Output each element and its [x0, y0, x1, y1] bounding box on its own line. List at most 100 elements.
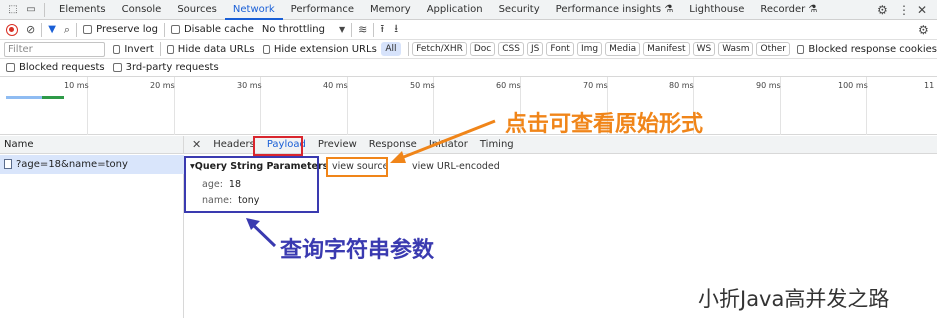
tab-label: Recorder — [760, 3, 806, 15]
disable-cache-checkbox[interactable] — [170, 25, 180, 34]
clear-icon[interactable]: ⊘ — [26, 23, 35, 36]
flask-icon: ⚗ — [664, 3, 674, 15]
timeline-request-bar — [42, 96, 64, 99]
view-source-highlight-box — [326, 157, 388, 177]
timeline-tick-label: 100 ms — [838, 81, 868, 90]
type-filter-wasm[interactable]: Wasm — [718, 42, 754, 56]
timeline-tick-label: 30 ms — [237, 81, 262, 90]
type-filter-fetch-xhr[interactable]: Fetch/XHR — [412, 42, 467, 56]
preserve-log-label: Preserve log — [96, 24, 158, 35]
watermark: 小折Java高并发之路 — [698, 287, 890, 311]
settings-gear-icon[interactable]: ⚙ — [877, 3, 888, 17]
tab-initiator[interactable]: Initiator — [423, 136, 474, 154]
payload-highlight-box — [253, 136, 303, 156]
record-stop-icon[interactable] — [6, 23, 18, 36]
request-name: ?age=18&name=tony — [16, 159, 128, 170]
timeline-request-bar — [6, 96, 42, 99]
type-filter-ws[interactable]: WS — [692, 42, 716, 56]
flask-icon: ⚗ — [808, 3, 818, 15]
tab-network[interactable]: Network — [224, 0, 283, 20]
divider — [351, 22, 353, 37]
hide-data-urls-checkbox[interactable] — [166, 44, 174, 54]
devtools-tab-bar: ⬚ ▭ Elements Console Sources Network Per… — [0, 0, 937, 20]
timeline-tick-label: 90 ms — [756, 81, 781, 90]
timeline-tick-label: 11 — [924, 81, 935, 90]
view-url-encoded-button[interactable]: view URL-encoded — [412, 161, 500, 172]
tab-application[interactable]: Application — [419, 0, 491, 20]
query-params-highlight-box — [184, 156, 319, 213]
divider — [407, 42, 409, 56]
type-filter-font[interactable]: Font — [546, 42, 574, 56]
close-detail-icon[interactable]: ✕ — [184, 138, 207, 151]
tab-sources[interactable]: Sources — [169, 0, 225, 20]
import-har-icon[interactable]: ⭱ — [380, 20, 384, 39]
tab-security[interactable]: Security — [491, 0, 548, 20]
record-dot — [9, 26, 14, 32]
throttling-select[interactable]: No throttling — [262, 24, 325, 35]
filter-bar: Filter Invert Hide data URLs Hide extens… — [0, 40, 937, 59]
type-filter-media[interactable]: Media — [605, 42, 641, 56]
requests-name-header[interactable]: Name — [0, 136, 184, 154]
more-options-icon[interactable]: ⋮ — [898, 3, 910, 17]
filter-input[interactable]: Filter — [4, 41, 106, 57]
tab-response[interactable]: Response — [363, 136, 423, 154]
blocked-requests-checkbox[interactable] — [6, 63, 15, 72]
device-toolbar-icon[interactable]: ▭ — [24, 4, 38, 15]
tab-preview[interactable]: Preview — [312, 136, 363, 154]
timeline-tick-label: 60 ms — [496, 81, 521, 90]
type-filter-css[interactable]: CSS — [498, 42, 524, 56]
network-conditions-icon[interactable]: ≋ — [358, 23, 367, 36]
search-icon[interactable]: ⌕ — [64, 23, 70, 37]
type-filter-all[interactable]: All — [381, 42, 401, 56]
tab-performance-insights[interactable]: Performance insights ⚗ — [548, 0, 682, 20]
type-filter-img[interactable]: Img — [576, 42, 603, 56]
hide-extension-urls-label: Hide extension URLs — [273, 43, 377, 55]
dropdown-arrow-icon[interactable]: ▼ — [339, 25, 345, 34]
divider — [159, 42, 161, 56]
tab-timing[interactable]: Timing — [474, 136, 520, 154]
hide-data-urls-label: Hide data URLs — [177, 43, 255, 55]
timeline-tick-label: 20 ms — [150, 81, 175, 90]
blocked-response-cookies-label: Blocked response cookies — [808, 43, 937, 55]
document-icon — [4, 159, 12, 169]
requests-list-empty-area — [0, 174, 184, 318]
disable-cache-label: Disable cache — [183, 24, 254, 35]
third-party-requests-label: 3rd-party requests — [125, 62, 219, 73]
hide-extension-urls-checkbox[interactable] — [262, 44, 270, 54]
blocked-response-cookies-checkbox[interactable] — [797, 44, 805, 54]
tab-label: Performance insights — [555, 3, 662, 15]
type-filter-other[interactable]: Other — [756, 42, 791, 56]
divider — [163, 22, 165, 37]
preserve-log-checkbox[interactable] — [83, 25, 93, 34]
divider — [373, 22, 375, 37]
third-party-requests-checkbox[interactable] — [112, 63, 122, 72]
divider — [44, 2, 45, 17]
invert-checkbox[interactable] — [113, 44, 121, 54]
export-har-icon[interactable]: ⭳ — [394, 20, 398, 39]
type-filter-manifest[interactable]: Manifest — [643, 42, 690, 56]
tab-performance[interactable]: Performance — [283, 0, 362, 20]
request-row[interactable]: ?age=18&name=tony — [0, 155, 184, 174]
timeline-tick-label: 50 ms — [410, 81, 435, 90]
timeline-tick-label: 80 ms — [669, 81, 694, 90]
type-filter-js[interactable]: JS — [526, 42, 544, 56]
tab-elements[interactable]: Elements — [51, 0, 114, 20]
blocked-requests-label: Blocked requests — [19, 62, 105, 73]
divider — [76, 22, 78, 37]
divider — [41, 22, 43, 37]
network-toolbar: ⊘ ▼ ⌕ Preserve log Disable cache No thro… — [0, 20, 937, 40]
timeline-tick-label: 70 ms — [583, 81, 608, 90]
timeline-overview[interactable]: 10 ms 20 ms 30 ms 40 ms 50 ms 60 ms 70 m… — [0, 77, 937, 135]
invert-label: Invert — [124, 43, 154, 55]
tab-recorder[interactable]: Recorder ⚗ — [752, 0, 825, 20]
network-settings-gear-icon[interactable]: ⚙ — [918, 23, 929, 37]
filter-bar-secondary: Blocked requests 3rd-party requests — [0, 59, 937, 77]
close-devtools-icon[interactable]: ✕ — [917, 3, 927, 17]
tab-memory[interactable]: Memory — [362, 0, 419, 20]
annotation-query-params-caption: 查询字符串参数 — [280, 238, 435, 263]
tab-lighthouse[interactable]: Lighthouse — [681, 0, 752, 20]
tab-console[interactable]: Console — [114, 0, 170, 20]
filter-funnel-icon[interactable]: ▼ — [48, 24, 56, 35]
type-filter-doc[interactable]: Doc — [469, 42, 496, 56]
inspect-element-icon[interactable]: ⬚ — [6, 4, 20, 15]
